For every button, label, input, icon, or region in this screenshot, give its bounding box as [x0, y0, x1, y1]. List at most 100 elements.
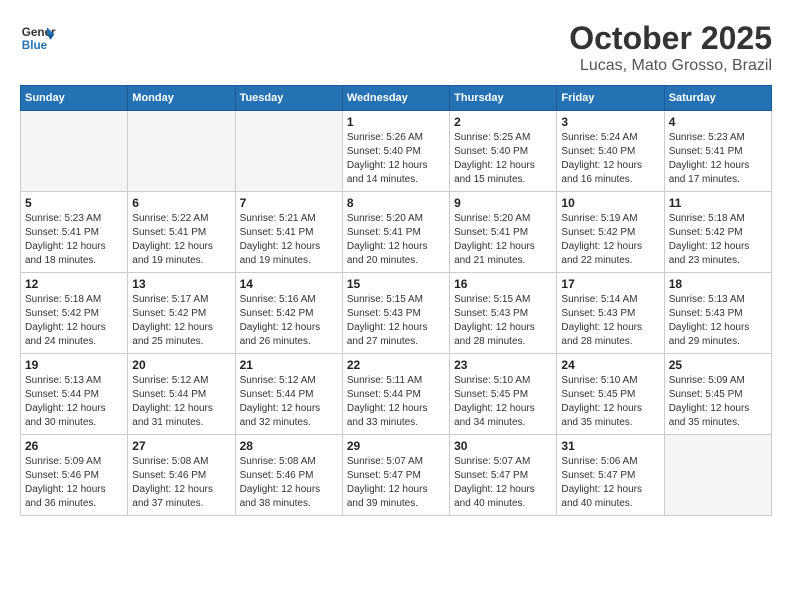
- calendar-day-cell: 27 Sunrise: 5:08 AMSunset: 5:46 PMDayligh…: [128, 435, 235, 516]
- calendar-day-cell: 7 Sunrise: 5:21 AMSunset: 5:41 PMDaylight…: [235, 192, 342, 273]
- calendar-day-cell: 12Sunrise: 5:18 AMSunset: 5:42 PMDayligh…: [21, 273, 128, 354]
- day-number: 4: [669, 115, 767, 129]
- day-number: 30: [454, 439, 552, 453]
- day-number: 14: [240, 277, 338, 291]
- day-info: Sunrise: 5:07 AMSunset: 5:47 PMDaylight:…: [454, 455, 552, 511]
- svg-text:Blue: Blue: [22, 39, 48, 52]
- day-info: Sunrise: 5:07 AMSunset: 5:47 PMDaylight:…: [347, 455, 445, 511]
- day-info: Sunrise: 5:10 AMSunset: 5:45 PMDaylight:…: [454, 374, 552, 430]
- day-info: Sunrise: 5:26 AMSunset: 5:40 PMDaylight:…: [347, 131, 445, 187]
- calendar-day-cell: 31Sunrise: 5:06 AMSunset: 5:47 PMDayligh…: [557, 435, 664, 516]
- day-info: Sunrise: 5:23 AMSunset: 5:41 PMDaylight:…: [25, 212, 123, 268]
- day-info: Sunrise: 5:10 AMSunset: 5:45 PMDaylight:…: [561, 374, 659, 430]
- calendar-day-cell: 26Sunrise: 5:09 AMSunset: 5:46 PMDayligh…: [21, 435, 128, 516]
- day-number: 5: [25, 196, 123, 210]
- location-title: Lucas, Mato Grosso, Brazil: [569, 57, 772, 75]
- weekday-header: Wednesday: [342, 86, 449, 111]
- calendar-day-cell: [664, 435, 771, 516]
- day-info: Sunrise: 5:11 AMSunset: 5:44 PMDaylight:…: [347, 374, 445, 430]
- calendar-week-row: 26Sunrise: 5:09 AMSunset: 5:46 PMDayligh…: [21, 435, 772, 516]
- calendar-day-cell: 24 Sunrise: 5:10 AMSunset: 5:45 PMDayligh…: [557, 354, 664, 435]
- logo: General Blue: [20, 20, 56, 56]
- day-info: Sunrise: 5:22 AMSunset: 5:41 PMDaylight:…: [132, 212, 230, 268]
- day-info: Sunrise: 5:12 AMSunset: 5:44 PMDaylight:…: [240, 374, 338, 430]
- day-number: 29: [347, 439, 445, 453]
- weekday-header: Saturday: [664, 86, 771, 111]
- calendar-day-cell: 30 Sunrise: 5:07 AMSunset: 5:47 PMDayligh…: [450, 435, 557, 516]
- day-info: Sunrise: 5:17 AMSunset: 5:42 PMDaylight:…: [132, 293, 230, 349]
- calendar-day-cell: 4 Sunrise: 5:23 AMSunset: 5:41 PMDaylight…: [664, 111, 771, 192]
- day-number: 10: [561, 196, 659, 210]
- day-info: Sunrise: 5:08 AMSunset: 5:46 PMDaylight:…: [240, 455, 338, 511]
- calendar-day-cell: [21, 111, 128, 192]
- calendar-day-cell: 19 Sunrise: 5:13 AMSunset: 5:44 PMDayligh…: [21, 354, 128, 435]
- calendar-day-cell: 8Sunrise: 5:20 AMSunset: 5:41 PMDaylight…: [342, 192, 449, 273]
- calendar-day-cell: 21 Sunrise: 5:12 AMSunset: 5:44 PMDayligh…: [235, 354, 342, 435]
- day-number: 8: [347, 196, 445, 210]
- calendar-day-cell: 3 Sunrise: 5:24 AMSunset: 5:40 PMDaylight…: [557, 111, 664, 192]
- day-number: 9: [454, 196, 552, 210]
- calendar-day-cell: 15 Sunrise: 5:15 AMSunset: 5:43 PMDayligh…: [342, 273, 449, 354]
- calendar-day-cell: 14Sunrise: 5:16 AMSunset: 5:42 PMDayligh…: [235, 273, 342, 354]
- day-info: Sunrise: 5:24 AMSunset: 5:40 PMDaylight:…: [561, 131, 659, 187]
- day-info: Sunrise: 5:15 AMSunset: 5:43 PMDaylight:…: [347, 293, 445, 349]
- weekday-header: Tuesday: [235, 86, 342, 111]
- calendar-day-cell: 13 Sunrise: 5:17 AMSunset: 5:42 PMDayligh…: [128, 273, 235, 354]
- day-number: 22: [347, 358, 445, 372]
- calendar-day-cell: 5 Sunrise: 5:23 AMSunset: 5:41 PMDaylight…: [21, 192, 128, 273]
- day-number: 3: [561, 115, 659, 129]
- calendar-day-cell: [128, 111, 235, 192]
- day-info: Sunrise: 5:09 AMSunset: 5:46 PMDaylight:…: [25, 455, 123, 511]
- calendar-day-cell: 28 Sunrise: 5:08 AMSunset: 5:46 PMDayligh…: [235, 435, 342, 516]
- page-header: General Blue October 2025 Lucas, Mato Gr…: [20, 20, 772, 75]
- day-number: 16: [454, 277, 552, 291]
- weekday-header-row: SundayMondayTuesdayWednesdayThursdayFrid…: [21, 86, 772, 111]
- day-info: Sunrise: 5:12 AMSunset: 5:44 PMDaylight:…: [132, 374, 230, 430]
- day-number: 18: [669, 277, 767, 291]
- weekday-header: Sunday: [21, 86, 128, 111]
- day-info: Sunrise: 5:13 AMSunset: 5:44 PMDaylight:…: [25, 374, 123, 430]
- day-info: Sunrise: 5:20 AMSunset: 5:41 PMDaylight:…: [454, 212, 552, 268]
- day-info: Sunrise: 5:23 AMSunset: 5:41 PMDaylight:…: [669, 131, 767, 187]
- day-number: 17: [561, 277, 659, 291]
- day-number: 11: [669, 196, 767, 210]
- day-number: 15: [347, 277, 445, 291]
- day-number: 13: [132, 277, 230, 291]
- calendar-week-row: 12Sunrise: 5:18 AMSunset: 5:42 PMDayligh…: [21, 273, 772, 354]
- calendar-day-cell: 22 Sunrise: 5:11 AMSunset: 5:44 PMDayligh…: [342, 354, 449, 435]
- calendar-day-cell: 6Sunrise: 5:22 AMSunset: 5:41 PMDaylight…: [128, 192, 235, 273]
- day-number: 24: [561, 358, 659, 372]
- calendar-day-cell: [235, 111, 342, 192]
- calendar-day-cell: 10 Sunrise: 5:19 AMSunset: 5:42 PMDayligh…: [557, 192, 664, 273]
- day-number: 19: [25, 358, 123, 372]
- calendar-day-cell: 25Sunrise: 5:09 AMSunset: 5:45 PMDayligh…: [664, 354, 771, 435]
- calendar-day-cell: 1 Sunrise: 5:26 AMSunset: 5:40 PMDaylight…: [342, 111, 449, 192]
- calendar-table: SundayMondayTuesdayWednesdayThursdayFrid…: [20, 85, 772, 516]
- day-info: Sunrise: 5:08 AMSunset: 5:46 PMDaylight:…: [132, 455, 230, 511]
- weekday-header: Thursday: [450, 86, 557, 111]
- logo-icon: General Blue: [20, 20, 56, 56]
- calendar-day-cell: 18 Sunrise: 5:13 AMSunset: 5:43 PMDayligh…: [664, 273, 771, 354]
- calendar-week-row: 1 Sunrise: 5:26 AMSunset: 5:40 PMDaylight…: [21, 111, 772, 192]
- calendar-day-cell: 16Sunrise: 5:15 AMSunset: 5:43 PMDayligh…: [450, 273, 557, 354]
- day-number: 28: [240, 439, 338, 453]
- day-info: Sunrise: 5:13 AMSunset: 5:43 PMDaylight:…: [669, 293, 767, 349]
- day-info: Sunrise: 5:19 AMSunset: 5:42 PMDaylight:…: [561, 212, 659, 268]
- day-info: Sunrise: 5:21 AMSunset: 5:41 PMDaylight:…: [240, 212, 338, 268]
- day-number: 21: [240, 358, 338, 372]
- day-info: Sunrise: 5:18 AMSunset: 5:42 PMDaylight:…: [669, 212, 767, 268]
- day-number: 12: [25, 277, 123, 291]
- calendar-week-row: 19 Sunrise: 5:13 AMSunset: 5:44 PMDayligh…: [21, 354, 772, 435]
- day-number: 1: [347, 115, 445, 129]
- day-info: Sunrise: 5:06 AMSunset: 5:47 PMDaylight:…: [561, 455, 659, 511]
- day-number: 23: [454, 358, 552, 372]
- calendar-week-row: 5 Sunrise: 5:23 AMSunset: 5:41 PMDaylight…: [21, 192, 772, 273]
- calendar-day-cell: 11 Sunrise: 5:18 AMSunset: 5:42 PMDayligh…: [664, 192, 771, 273]
- day-number: 7: [240, 196, 338, 210]
- weekday-header: Friday: [557, 86, 664, 111]
- day-number: 25: [669, 358, 767, 372]
- calendar-day-cell: 20 Sunrise: 5:12 AMSunset: 5:44 PMDayligh…: [128, 354, 235, 435]
- day-number: 20: [132, 358, 230, 372]
- day-number: 27: [132, 439, 230, 453]
- month-title: October 2025: [569, 20, 772, 57]
